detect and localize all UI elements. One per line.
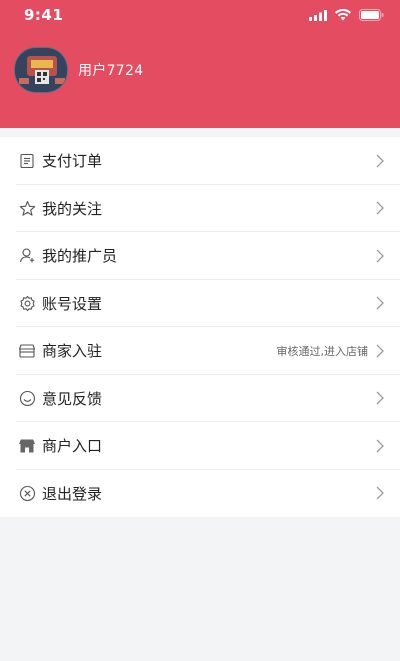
menu-item-label: 我的推广员 (42, 247, 118, 266)
status-bar: 9:41 (0, 0, 400, 34)
menu-item-label: 商户入口 (42, 437, 103, 456)
menu-item-label: 支付订单 (42, 152, 103, 171)
menu-item-my-follows[interactable]: 我的关注 (0, 185, 400, 233)
status-icons (309, 9, 384, 21)
menu-item-merchant-entry[interactable]: 商户入口 (0, 422, 400, 470)
chevron-right-icon (376, 391, 384, 405)
chevron-right-icon (376, 201, 384, 215)
screen: 9:41 用户7724 支付订单 我的关注 我的推广员 账号设置 商家入驻 审核… (0, 0, 400, 661)
chevron-right-icon (376, 249, 384, 263)
profile-header: 9:41 用户7724 (0, 0, 400, 128)
battery-icon (359, 9, 384, 21)
star-icon (18, 199, 36, 217)
menu-item-label: 商家入驻 (42, 342, 103, 361)
username: 用户7724 (78, 63, 144, 79)
status-time: 9:41 (24, 6, 64, 24)
gear-icon (18, 294, 36, 312)
menu-item-merchant-onboarding[interactable]: 商家入驻 审核通过,进入店铺 (0, 327, 400, 375)
storefront-icon (18, 342, 36, 360)
chevron-right-icon (376, 439, 384, 453)
chevron-right-icon (376, 154, 384, 168)
menu-item-label: 意见反馈 (42, 389, 103, 408)
circle-x-icon (18, 484, 36, 502)
menu-item-account-settings[interactable]: 账号设置 (0, 280, 400, 328)
profile-section[interactable]: 用户7724 (14, 47, 143, 93)
menu-item-label: 退出登录 (42, 484, 103, 503)
receipt-icon (18, 152, 36, 170)
shop-awning-icon (18, 437, 36, 455)
chevron-right-icon (376, 486, 384, 500)
user-plus-icon (18, 247, 36, 265)
chevron-right-icon (376, 344, 384, 358)
menu-item-logout[interactable]: 退出登录 (0, 470, 400, 518)
smile-icon (18, 389, 36, 407)
wifi-icon (335, 9, 351, 21)
status-note: 审核通过,进入店铺 (276, 344, 369, 358)
chevron-right-icon (376, 296, 384, 310)
signal-icon (309, 9, 327, 21)
menu-list: 支付订单 我的关注 我的推广员 账号设置 商家入驻 审核通过,进入店铺 意见反馈… (0, 137, 400, 517)
menu-item-label: 我的关注 (42, 199, 103, 218)
avatar[interactable] (14, 47, 68, 93)
menu-item-label: 账号设置 (42, 294, 103, 313)
menu-item-my-promoters[interactable]: 我的推广员 (0, 232, 400, 280)
menu-item-payment-orders[interactable]: 支付订单 (0, 137, 400, 185)
menu-item-feedback[interactable]: 意见反馈 (0, 375, 400, 423)
